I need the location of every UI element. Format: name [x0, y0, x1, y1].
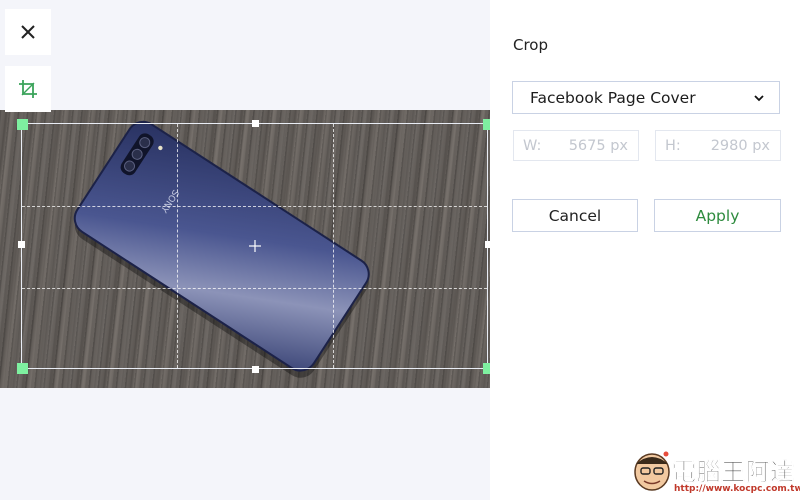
crop-panel: Crop Facebook Page Cover W: 5675 px H: 2… [490, 0, 800, 500]
apply-button[interactable]: Apply [654, 199, 781, 232]
grid-line [22, 288, 487, 289]
height-label: H: [665, 137, 681, 154]
canvas-area: SONY [0, 0, 494, 500]
crop-preset-select[interactable]: Facebook Page Cover [512, 81, 780, 114]
crop-handle-bottom-left[interactable] [17, 363, 28, 374]
watermark: 電腦王阿達 http://www.kocpc.com.tw [630, 448, 800, 500]
close-icon [21, 25, 35, 39]
crop-icon [19, 80, 37, 98]
crop-tool-button[interactable] [5, 66, 51, 112]
cancel-button[interactable]: Cancel [512, 199, 638, 232]
grid-line [22, 206, 487, 207]
crop-preset-value: Facebook Page Cover [530, 88, 696, 107]
width-field[interactable]: W: 5675 px [513, 130, 639, 161]
grid-line [333, 124, 334, 368]
crop-frame[interactable] [21, 123, 488, 369]
width-value: 5675 px [568, 137, 628, 154]
panel-title: Crop [513, 36, 549, 54]
crop-handle-left[interactable] [18, 241, 25, 248]
crop-handle-top-left[interactable] [17, 119, 28, 130]
chevron-down-icon [754, 95, 764, 102]
watermark-url: http://www.kocpc.com.tw [674, 484, 800, 494]
watermark-mascot [634, 451, 670, 491]
close-button[interactable] [5, 9, 51, 55]
height-field[interactable]: H: 2980 px [655, 130, 781, 161]
crop-center-icon [249, 240, 261, 252]
width-label: W: [523, 137, 542, 154]
crop-handle-bottom[interactable] [252, 366, 259, 373]
grid-line [177, 124, 178, 368]
height-value: 2980 px [710, 137, 770, 154]
crop-handle-top[interactable] [252, 120, 259, 127]
watermark-text: 電腦王阿達 [672, 458, 795, 487]
